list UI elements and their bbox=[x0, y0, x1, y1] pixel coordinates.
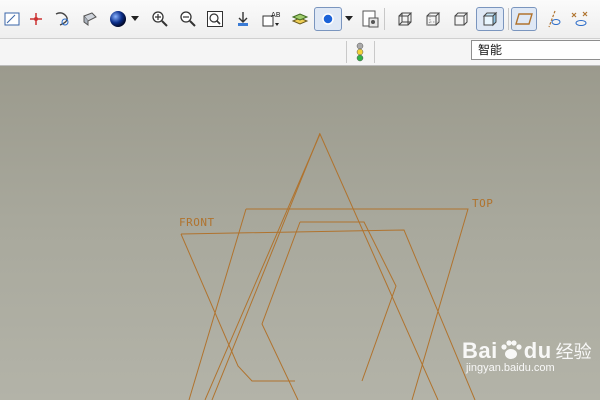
datum-point-icon[interactable] bbox=[314, 7, 342, 31]
wireframe-icon[interactable] bbox=[393, 7, 417, 31]
watermark-brand: Bai bbox=[462, 338, 498, 363]
zoom-out-icon[interactable] bbox=[176, 7, 200, 31]
front-plane-label: FRONT bbox=[179, 216, 215, 229]
main-toolbar: AB bbox=[0, 0, 600, 39]
datum-display-icon[interactable] bbox=[50, 7, 74, 31]
paw-icon bbox=[501, 340, 522, 359]
datum-axis-display-icon[interactable] bbox=[541, 7, 565, 31]
layers-icon[interactable] bbox=[288, 7, 312, 31]
datum-plane-inner bbox=[261, 221, 397, 400]
point-display-icon[interactable] bbox=[568, 7, 592, 31]
hidden-line-icon[interactable] bbox=[421, 7, 445, 31]
spin-center-icon[interactable] bbox=[231, 7, 255, 31]
toolbar-separator bbox=[384, 8, 385, 30]
zoom-in-icon[interactable] bbox=[148, 7, 172, 31]
plane-sketch-icon[interactable] bbox=[0, 7, 24, 31]
datum-plane-front bbox=[180, 229, 476, 400]
selection-filter-select[interactable]: 智能 bbox=[471, 40, 600, 60]
orient-icon[interactable] bbox=[78, 7, 102, 31]
regenerate-icon[interactable] bbox=[350, 41, 370, 63]
shading-sphere-icon[interactable] bbox=[106, 7, 130, 31]
watermark-cn: 经验 bbox=[555, 342, 592, 362]
model-tree-icon[interactable] bbox=[358, 7, 382, 31]
watermark-brand-2: du bbox=[523, 338, 552, 363]
svg-text:AB: AB bbox=[271, 11, 281, 19]
dropdown-arrow-icon[interactable] bbox=[342, 7, 356, 31]
no-hidden-icon[interactable] bbox=[449, 7, 473, 31]
axis-icon[interactable] bbox=[24, 7, 48, 31]
toolbar-separator bbox=[508, 8, 509, 30]
shaded-icon[interactable] bbox=[476, 7, 504, 31]
toolbar-separator bbox=[346, 41, 347, 63]
baidu-watermark: Bai du 经验 jingyan.baidu.com bbox=[462, 338, 592, 374]
datum-plane-right bbox=[211, 132, 321, 400]
annotation-icon[interactable]: AB bbox=[260, 7, 284, 31]
datum-plane-display-icon[interactable] bbox=[511, 7, 537, 31]
top-plane-label: TOP bbox=[472, 197, 494, 210]
toolbar-separator bbox=[374, 41, 375, 63]
dropdown-arrow-icon[interactable] bbox=[128, 7, 142, 31]
datum-plane-right-edges bbox=[204, 133, 439, 400]
datum-plane-top bbox=[188, 208, 469, 400]
refit-icon[interactable] bbox=[203, 7, 227, 31]
